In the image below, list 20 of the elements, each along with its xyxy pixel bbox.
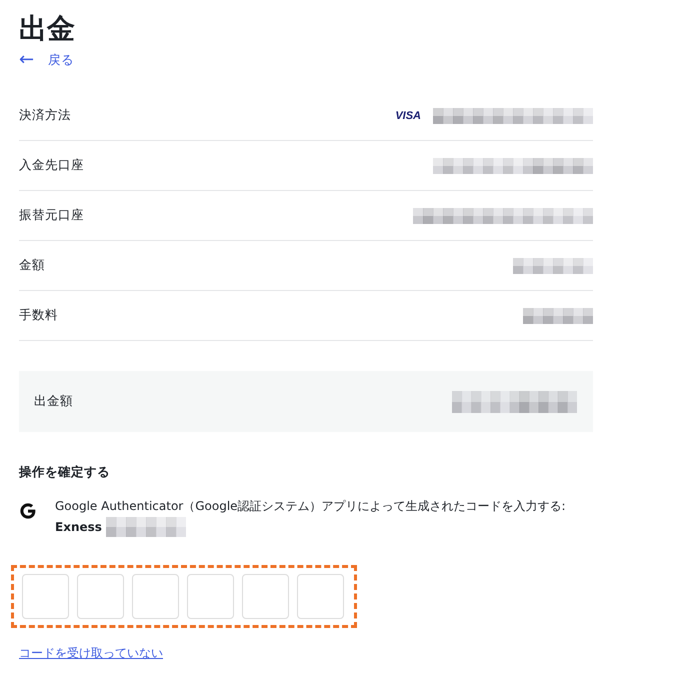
code-digit-field[interactable] [297,574,344,619]
back-link[interactable]: ← 戻る [19,52,74,69]
page-title: 出金 [19,11,76,47]
account-name: Exness [55,519,102,536]
detail-label: 入金先口座 [19,157,84,174]
detail-label: 金額 [19,257,45,274]
total-label: 出金額 [34,393,73,410]
section-heading: 操作を確定する [19,464,111,481]
detail-label: 決済方法 [19,107,71,124]
instruction-text: Google Authenticator（Google認証システム）アプリによって生成されたコードを入力する: [55,498,566,515]
card-brand-logo: VISA [395,110,421,122]
google-g-icon [19,502,37,520]
code-digit-field[interactable] [77,574,124,619]
code-digit-field[interactable] [22,574,69,619]
code-digit-field[interactable] [132,574,179,619]
code-digit-field[interactable] [187,574,234,619]
detail-label: 手数料 [19,307,58,324]
detail-label: 振替元口座 [19,207,84,224]
resend-code-link[interactable]: コードを受け取っていない [19,645,163,662]
code-digit-field[interactable] [242,574,289,619]
